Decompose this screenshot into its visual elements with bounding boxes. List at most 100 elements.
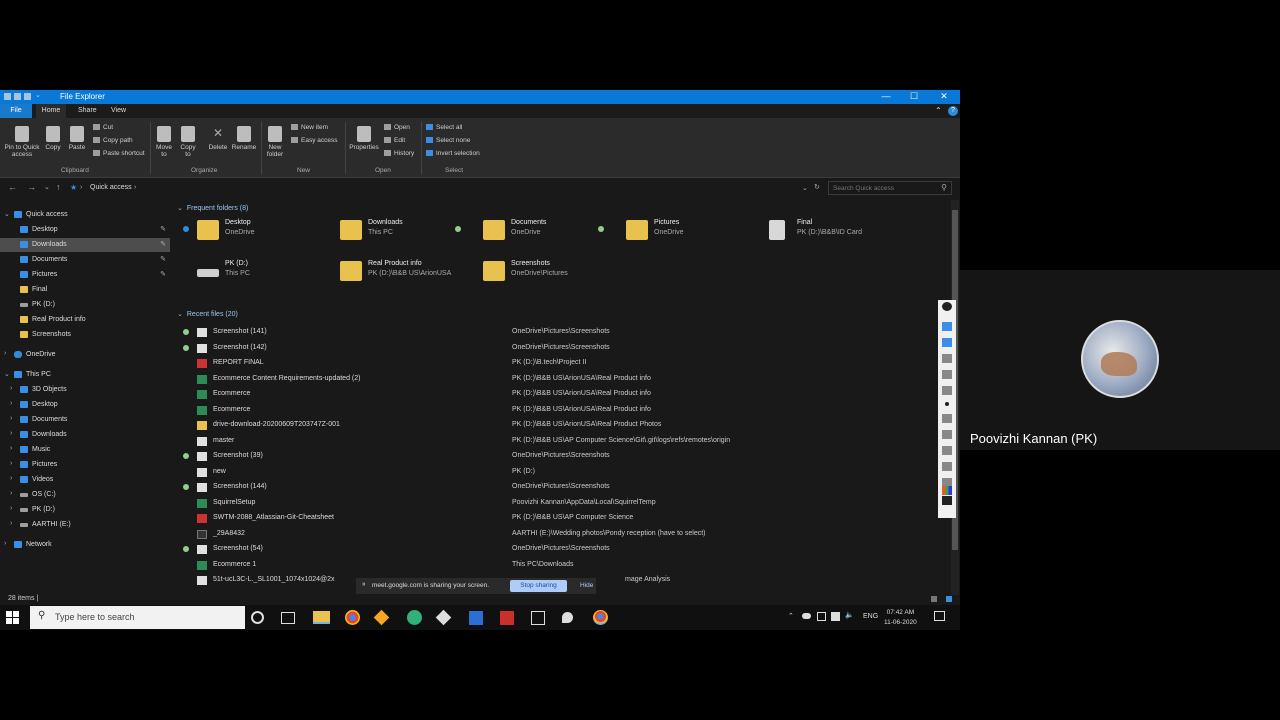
onedrive-icon[interactable] bbox=[802, 613, 811, 619]
recent-file-row[interactable]: Ecommerce Content Requirements-updated (… bbox=[175, 372, 945, 387]
clock[interactable]: 07:42 AM 11-06-2020 bbox=[884, 608, 917, 628]
battery-icon[interactable] bbox=[831, 612, 840, 621]
expand-chevron-icon[interactable]: › bbox=[10, 400, 12, 407]
open-button[interactable]: Open bbox=[384, 124, 410, 131]
copy-to-button[interactable]: Copy to bbox=[177, 126, 199, 158]
pin-quick-access-button[interactable]: Pin to Quick access bbox=[2, 126, 42, 158]
sidebar-item[interactable]: Screenshots bbox=[0, 328, 170, 342]
notifications-icon[interactable] bbox=[934, 611, 945, 621]
frequent-folder-tile[interactable]: Real Product info PK (D:)\B&B US\ArionUSA bbox=[318, 255, 468, 289]
recent-file-row[interactable]: Ecommerce 1 This PC\Downloads bbox=[175, 558, 945, 573]
recent-locations-icon[interactable]: ⌄ bbox=[44, 183, 50, 191]
recent-file-row[interactable]: Screenshot (144) OneDrive\Pictures\Screen… bbox=[175, 480, 945, 495]
address-bar[interactable]: ★ › Quick access › ⌄ ↻ bbox=[66, 181, 826, 195]
expand-chevron-icon[interactable]: › bbox=[10, 505, 12, 512]
maximize-button[interactable]: ☐ bbox=[907, 91, 921, 102]
expand-chevron-icon[interactable]: ⌄ bbox=[4, 210, 10, 218]
clear-icon[interactable] bbox=[942, 446, 952, 455]
edit-button[interactable]: Edit bbox=[384, 137, 405, 144]
hide-button[interactable]: Hide bbox=[580, 582, 593, 589]
black-color-icon[interactable] bbox=[942, 496, 952, 505]
expand-chevron-icon[interactable]: › bbox=[10, 445, 12, 452]
recent-file-row[interactable]: SquirrelSetup Poovizhi Kannan\AppData\Loc… bbox=[175, 496, 945, 511]
history-button[interactable]: History bbox=[384, 150, 414, 157]
sidebar-item[interactable]: Real Product info bbox=[0, 313, 170, 327]
sidebar-item[interactable]: Desktop ✎ bbox=[0, 223, 170, 237]
highlighter-icon[interactable] bbox=[942, 354, 952, 363]
sidebar-item[interactable]: › Desktop bbox=[0, 398, 170, 412]
expand-chevron-icon[interactable]: › bbox=[4, 540, 6, 547]
maps-icon[interactable] bbox=[562, 612, 573, 623]
sidebar-item[interactable]: › Downloads bbox=[0, 428, 170, 442]
recent-file-row[interactable]: SWTM-2088_Atlassian-Git-Cheatsheet PK (D:… bbox=[175, 511, 945, 526]
tab-file[interactable]: File bbox=[0, 104, 32, 118]
help-icon[interactable]: ? bbox=[948, 106, 958, 116]
select-none-button[interactable]: Select none bbox=[426, 137, 470, 144]
recent-file-row[interactable]: Screenshot (142) OneDrive\Pictures\Screen… bbox=[175, 341, 945, 356]
word-icon[interactable] bbox=[469, 611, 483, 625]
cursor-icon[interactable] bbox=[942, 338, 952, 347]
expand-chevron-icon[interactable]: › bbox=[10, 415, 12, 422]
drag-handle-icon[interactable]: ⏸ bbox=[362, 581, 366, 589]
forward-icon[interactable]: → bbox=[27, 182, 36, 192]
dot-icon[interactable] bbox=[945, 402, 949, 406]
sidebar-item[interactable]: Pictures ✎ bbox=[0, 268, 170, 282]
chrome-icon[interactable] bbox=[345, 610, 360, 625]
rename-button[interactable]: Rename bbox=[230, 126, 258, 151]
frequent-folder-tile[interactable]: PK (D:) This PC bbox=[175, 255, 325, 289]
paste-button[interactable]: Paste bbox=[66, 126, 88, 151]
invert-selection-button[interactable]: Invert selection bbox=[426, 150, 480, 157]
recent-files-header[interactable]: ⌄ Recent files (20) bbox=[177, 310, 238, 318]
back-icon[interactable]: ← bbox=[8, 182, 17, 192]
sidebar-item[interactable]: › OneDrive bbox=[0, 348, 170, 362]
close-button[interactable]: ✕ bbox=[937, 91, 951, 102]
copy-button[interactable]: Copy bbox=[42, 126, 64, 151]
new-item-button[interactable]: New item bbox=[291, 124, 328, 131]
delete-button[interactable]: ✕ Delete bbox=[206, 126, 230, 151]
expand-chevron-icon[interactable]: › bbox=[10, 460, 12, 467]
up-icon[interactable]: ↑ bbox=[56, 182, 61, 192]
expand-chevron-icon[interactable]: › bbox=[10, 475, 12, 482]
new-folder-button[interactable]: New folder bbox=[262, 126, 288, 158]
sidebar-item[interactable]: › Pictures bbox=[0, 458, 170, 472]
recent-file-row[interactable]: Screenshot (141) OneDrive\Pictures\Screen… bbox=[175, 325, 945, 340]
color-palette-icon[interactable] bbox=[942, 486, 952, 495]
chrome-active-icon[interactable] bbox=[593, 610, 608, 625]
trash-icon[interactable] bbox=[942, 430, 952, 439]
expand-chevron-icon[interactable]: › bbox=[10, 490, 12, 497]
frequent-folder-tile[interactable]: Downloads This PC bbox=[318, 214, 468, 248]
eye-icon[interactable] bbox=[942, 322, 952, 331]
search-input[interactable]: Search Quick access ⚲ bbox=[828, 181, 952, 195]
title-bar[interactable]: ⌄ File Explorer — ☐ ✕ bbox=[0, 90, 960, 104]
language-indicator[interactable]: ENG bbox=[863, 613, 878, 620]
sidebar-item[interactable]: Documents ✎ bbox=[0, 253, 170, 267]
sidebar-item[interactable]: › PK (D:) bbox=[0, 503, 170, 517]
frequent-folder-tile[interactable]: Screenshots OneDrive\Pictures bbox=[461, 255, 611, 289]
recent-file-row[interactable]: Ecommerce PK (D:)\B&B US\ArionUSA\Real Pr… bbox=[175, 387, 945, 402]
frequent-folder-tile[interactable]: Desktop OneDrive bbox=[175, 214, 325, 248]
frequent-folder-tile[interactable]: Final PK (D:)\B&B\ID Card bbox=[747, 214, 897, 248]
sidebar-item[interactable]: › AARTHI (E:) bbox=[0, 518, 170, 532]
sidebar-item[interactable]: Downloads ✎ bbox=[0, 238, 170, 252]
sidebar-item[interactable]: Final bbox=[0, 283, 170, 297]
recent-file-row[interactable]: Screenshot (54) OneDrive\Pictures\Screens… bbox=[175, 542, 945, 557]
eraser-icon[interactable] bbox=[942, 386, 952, 395]
save-icon[interactable] bbox=[942, 462, 952, 471]
pen-icon[interactable] bbox=[942, 302, 952, 311]
sidebar-item[interactable]: › Network bbox=[0, 538, 170, 552]
marker-icon[interactable] bbox=[942, 370, 952, 379]
show-hidden-icons-icon[interactable]: ⌃ bbox=[788, 612, 794, 620]
sidebar-item[interactable]: › Documents bbox=[0, 413, 170, 427]
paste-shortcut-button[interactable]: Paste shortcut bbox=[93, 150, 145, 157]
expand-chevron-icon[interactable]: ⌄ bbox=[4, 370, 10, 378]
move-to-button[interactable]: Move to bbox=[153, 126, 175, 158]
recent-file-row[interactable]: drive-download-20200609T203747Z-001 PK (D… bbox=[175, 418, 945, 433]
volume-icon[interactable]: 🔈 bbox=[845, 611, 854, 619]
frequent-folders-header[interactable]: ⌄ Frequent folders (8) bbox=[177, 204, 248, 212]
easy-access-button[interactable]: Easy access bbox=[291, 137, 338, 144]
stop-sharing-button[interactable]: Stop sharing bbox=[510, 580, 567, 592]
expand-chevron-icon[interactable]: › bbox=[10, 520, 12, 527]
git-icon[interactable] bbox=[435, 609, 452, 626]
copy-path-button[interactable]: Copy path bbox=[93, 137, 133, 144]
expand-chevron-icon[interactable]: › bbox=[10, 385, 12, 392]
